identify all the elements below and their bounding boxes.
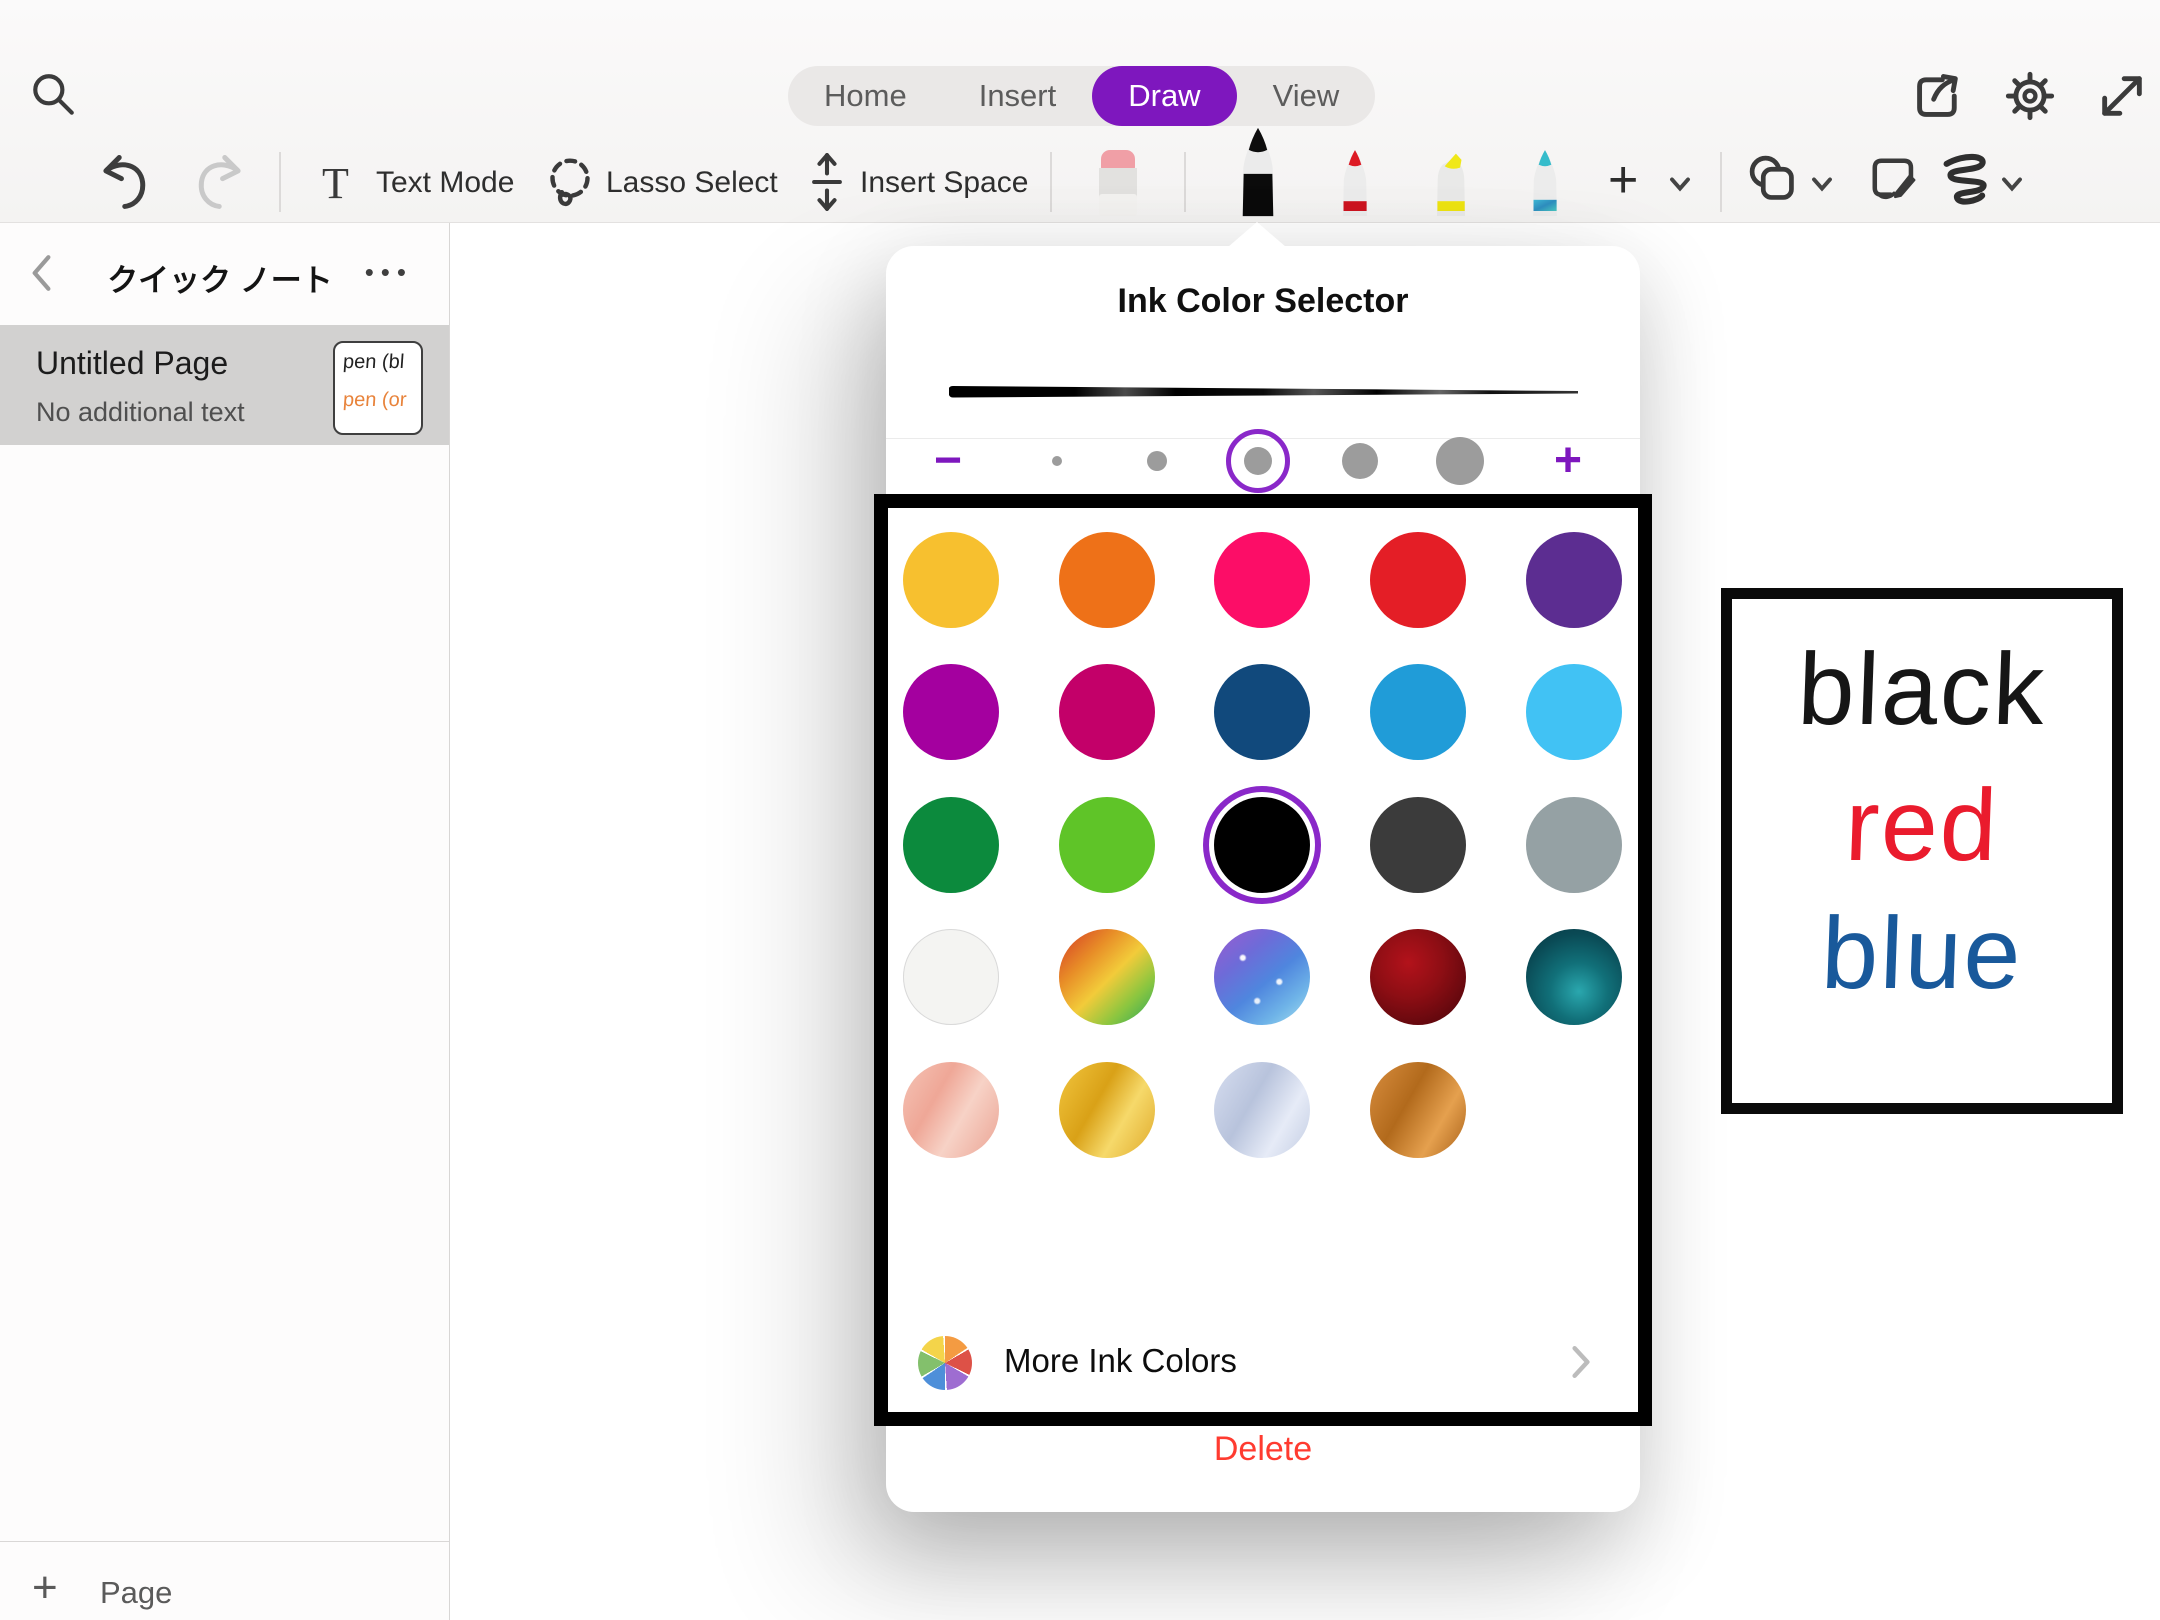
page-list-sidebar: クイック ノート ••• Untitled Page No additional… — [0, 223, 450, 1620]
ink-stroke-preview — [946, 380, 1582, 406]
shapes-icon[interactable] — [1748, 154, 1802, 208]
ink-word-black: black — [1730, 631, 2114, 748]
thickness-dot-1[interactable] — [1052, 456, 1062, 466]
pen-red[interactable] — [1332, 148, 1378, 218]
more-options-ellipsis-icon[interactable]: ••• — [365, 257, 413, 288]
lasso-select-label: Lasso Select — [606, 166, 778, 200]
eraser-tool[interactable] — [1090, 146, 1146, 218]
thickness-dot-4[interactable] — [1342, 443, 1378, 479]
back-chevron-icon[interactable] — [28, 253, 54, 293]
color-swatch-navy[interactable] — [1214, 664, 1310, 760]
redo-button[interactable] — [190, 152, 244, 212]
color-swatch-orange[interactable] — [1059, 532, 1155, 628]
ribbon-tabs: Home Insert Draw View — [788, 66, 1375, 126]
add-pen-button[interactable]: + — [1608, 150, 1638, 210]
color-wheel-icon — [918, 1336, 972, 1390]
top-bar: Home Insert Draw View — [0, 0, 2160, 223]
tab-insert[interactable]: Insert — [943, 66, 1093, 126]
tab-draw[interactable]: Draw — [1092, 66, 1236, 126]
popup-arrow — [1228, 222, 1286, 247]
page-title: Untitled Page — [36, 345, 228, 382]
lasso-icon — [544, 156, 596, 212]
color-swatch-dark-red-marble[interactable] — [1370, 929, 1466, 1025]
color-swatch-gold[interactable] — [1059, 1062, 1155, 1158]
color-swatch-blue[interactable] — [1370, 664, 1466, 760]
color-swatch-white[interactable] — [903, 929, 999, 1025]
chevron-down-icon[interactable] — [1668, 176, 1692, 192]
undo-button[interactable] — [100, 152, 154, 212]
chevron-down-icon[interactable] — [2000, 176, 2024, 192]
thickness-dot-2[interactable] — [1147, 451, 1167, 471]
ribbon-separator — [1050, 152, 1052, 212]
color-swatch-pink[interactable] — [1214, 532, 1310, 628]
ink-word-blue: blue — [1730, 895, 2114, 1012]
share-icon[interactable] — [1912, 70, 1964, 122]
color-swatch-raspberry[interactable] — [1059, 664, 1155, 760]
insert-space-icon — [808, 152, 846, 212]
chevron-down-icon[interactable] — [1810, 176, 1834, 192]
text-mode-label: Text Mode — [376, 166, 514, 200]
ink-note-icon[interactable] — [1868, 154, 1920, 206]
thickness-selector: − + — [886, 439, 1640, 529]
color-swatch-teal-ocean[interactable] — [1526, 929, 1622, 1025]
color-swatch-yellow[interactable] — [903, 532, 999, 628]
color-swatch-green[interactable] — [903, 797, 999, 893]
ribbon-separator — [1720, 152, 1722, 212]
color-swatch-rose-gold[interactable] — [903, 1062, 999, 1158]
color-swatch-red[interactable] — [1370, 532, 1466, 628]
color-swatch-galaxy[interactable] — [1214, 929, 1310, 1025]
popup-title: Ink Color Selector — [886, 282, 1640, 321]
pen-black-selected[interactable] — [1230, 126, 1286, 218]
plus-icon: + — [32, 1563, 58, 1613]
notebook-title: クイック ノート — [100, 255, 340, 300]
page-list-item-selected[interactable]: Untitled Page No additional text pen (bl… — [0, 325, 449, 445]
delete-pen-button[interactable]: Delete — [886, 1430, 1640, 1469]
more-ink-colors-button[interactable]: More Ink Colors — [886, 1322, 1640, 1406]
onenote-app: Home Insert Draw View — [0, 0, 2160, 1620]
ink-word-red: red — [1730, 767, 2114, 884]
thickness-dot-3[interactable] — [1244, 447, 1272, 475]
color-swatch-violet[interactable] — [903, 664, 999, 760]
page-subtitle: No additional text — [36, 397, 245, 428]
tab-view[interactable]: View — [1237, 66, 1376, 126]
color-swatch-black[interactable] — [1214, 797, 1310, 893]
handwriting-annotation-box: black red blue — [1721, 588, 2123, 1114]
highlighter-yellow[interactable] — [1426, 148, 1476, 218]
ink-color-selector-popup: Ink Color Selector − + — [886, 246, 1640, 1512]
tab-home[interactable]: Home — [788, 66, 943, 126]
text-mode-icon: T — [322, 158, 349, 209]
ribbon-separator — [1184, 152, 1186, 212]
color-swatch-sky-blue[interactable] — [1526, 664, 1622, 760]
color-swatch-light-green[interactable] — [1059, 797, 1155, 893]
pen-galaxy-teal[interactable] — [1522, 148, 1568, 218]
search-icon[interactable] — [28, 70, 78, 120]
add-page-label: Page — [100, 1575, 172, 1611]
chevron-right-icon — [1570, 1344, 1592, 1380]
more-ink-colors-label: More Ink Colors — [1004, 1342, 1237, 1380]
increase-thickness-button[interactable]: + — [1554, 433, 1582, 488]
color-swatch-purple[interactable] — [1526, 532, 1622, 628]
color-swatch-bronze[interactable] — [1370, 1062, 1466, 1158]
divider — [0, 1541, 449, 1542]
thumbnail-ink-line: pen (bl — [342, 351, 405, 374]
settings-gear-icon[interactable] — [2004, 70, 2056, 122]
color-swatch-dark-gray[interactable] — [1370, 797, 1466, 893]
color-swatch-silver[interactable] — [1214, 1062, 1310, 1158]
fullscreen-icon[interactable] — [2096, 70, 2148, 122]
color-swatch-rainbow-glitter[interactable] — [1059, 929, 1155, 1025]
color-swatch-gray[interactable] — [1526, 797, 1622, 893]
page-thumbnail: pen (bl pen (or — [333, 341, 423, 435]
thickness-dot-5[interactable] — [1436, 437, 1484, 485]
thumbnail-ink-line: pen (or — [342, 389, 407, 412]
free-ink-scribble-icon[interactable] — [1940, 152, 1998, 210]
decrease-thickness-button[interactable]: − — [934, 433, 962, 488]
insert-space-label: Insert Space — [860, 166, 1028, 200]
ribbon-separator — [279, 152, 281, 212]
